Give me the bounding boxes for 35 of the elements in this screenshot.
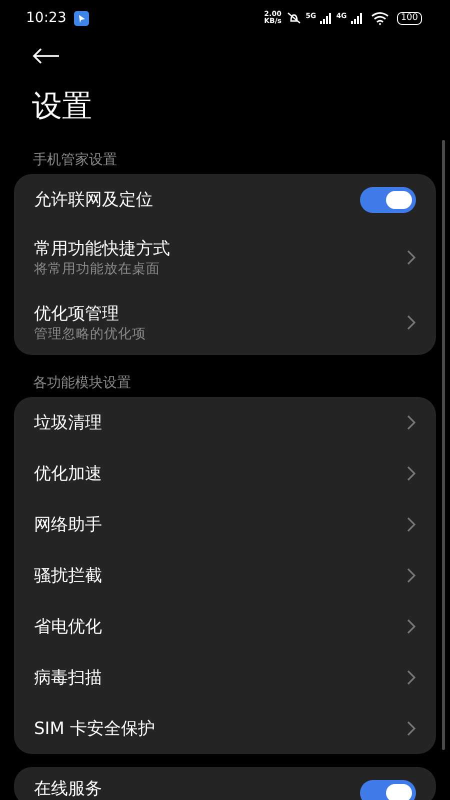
status-time: 10:23 bbox=[26, 8, 66, 28]
signal-icon bbox=[350, 12, 363, 24]
setting-description: 将常用功能放在桌面 bbox=[34, 260, 161, 278]
chevron-icon bbox=[407, 517, 416, 532]
setting-description: 管理忽略的优化项 bbox=[34, 324, 146, 342]
setting-label: 优化项管理 bbox=[34, 302, 120, 324]
setting-label: 省电优化 bbox=[34, 616, 102, 638]
setting-label: 允许联网及定位 bbox=[34, 188, 153, 210]
chevron-icon bbox=[407, 315, 416, 330]
setting-label: SIM 卡安全保护 bbox=[34, 718, 155, 740]
chevron-icon bbox=[407, 619, 416, 634]
section-header: 手机管家设置 bbox=[32, 151, 118, 168]
chevron-icon bbox=[407, 415, 416, 430]
setting-label: 在线服务 bbox=[34, 780, 102, 799]
chevron-icon bbox=[407, 466, 416, 481]
chevron-icon bbox=[407, 721, 416, 736]
wifi-icon bbox=[370, 12, 389, 24]
setting-label: 优化加速 bbox=[34, 462, 102, 484]
setting-label: 病毒扫描 bbox=[34, 666, 102, 688]
section-header: 各功能模块设置 bbox=[32, 374, 132, 391]
toggle-switch[interactable] bbox=[360, 186, 416, 212]
back-icon[interactable] bbox=[32, 48, 60, 64]
app-notification-icon bbox=[74, 10, 90, 26]
setting-label: 骚扰拦截 bbox=[34, 564, 102, 586]
mute-bell-icon bbox=[286, 12, 302, 24]
chevron-icon bbox=[407, 568, 416, 583]
toggle-switch[interactable] bbox=[360, 780, 416, 800]
setting-label: 常用功能快捷方式 bbox=[34, 238, 170, 260]
page-title: 设置 bbox=[31, 88, 93, 126]
setting-label: 网络助手 bbox=[34, 514, 102, 536]
setting-label: 垃圾清理 bbox=[34, 412, 102, 434]
chevron-icon bbox=[407, 670, 416, 685]
chevron-icon bbox=[407, 250, 416, 265]
signal-icon bbox=[320, 12, 332, 24]
battery-level: 100 bbox=[396, 12, 422, 24]
